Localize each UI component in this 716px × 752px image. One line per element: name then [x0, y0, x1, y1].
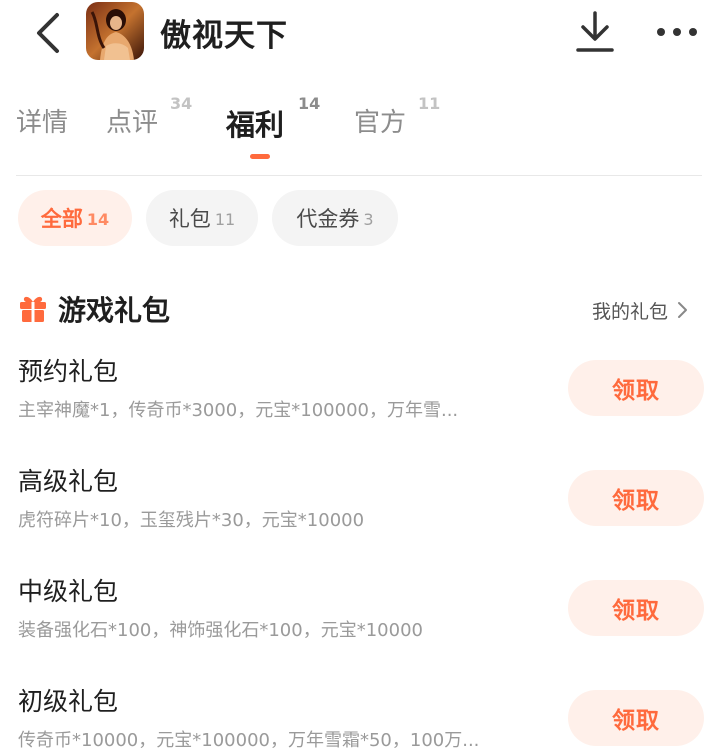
gift-description: 主宰神魔*1，传奇币*3000，元宝*100000，万年雪... [18, 400, 459, 421]
claim-label: 领取 [612, 598, 660, 624]
filter-chip-all[interactable]: 全部 14 [18, 190, 132, 246]
game-icon[interactable] [86, 2, 144, 60]
claim-label: 领取 [612, 378, 660, 404]
gift-icon [20, 296, 46, 322]
tab-count: 11 [418, 94, 441, 113]
gift-description: 装备强化石*100，神饰强化石*100，元宝*10000 [18, 620, 423, 641]
chip-label: 代金券 [296, 207, 360, 231]
top-bar: 傲视天下 [0, 0, 716, 70]
active-tab-indicator [250, 154, 270, 159]
tab-label: 点评 [106, 108, 159, 138]
filter-chips: 全部 14 礼包 11 代金券 3 [0, 190, 716, 250]
gift-item: 高级礼包 虎符碎片*10，玉玺残片*30，元宝*10000 领取 [0, 462, 716, 562]
tab-reviews[interactable]: 点评 34 [106, 94, 192, 158]
gift-name: 高级礼包 [18, 467, 119, 496]
gift-name: 预约礼包 [18, 357, 119, 386]
my-gifts-label: 我的礼包 [592, 300, 669, 323]
chevron-right-icon [678, 302, 688, 318]
filter-chip-voucher[interactable]: 代金券 3 [272, 190, 398, 246]
chevron-left-icon [37, 13, 59, 53]
chip-label: 礼包 [168, 207, 211, 231]
chip-label: 全部 [40, 207, 83, 231]
back-button[interactable] [28, 10, 68, 56]
tab-count: 14 [298, 94, 321, 113]
download-button[interactable] [570, 6, 620, 58]
chip-count: 14 [86, 209, 110, 229]
claim-button[interactable]: 领取 [568, 360, 704, 416]
gift-name: 中级礼包 [18, 577, 119, 606]
filter-chip-gift[interactable]: 礼包 11 [146, 190, 258, 246]
tab-count: 34 [170, 94, 193, 113]
chip-count: 3 [363, 209, 374, 229]
gift-item: 中级礼包 装备强化石*100，神饰强化石*100，元宝*10000 领取 [0, 572, 716, 672]
claim-button[interactable]: 领取 [568, 690, 704, 746]
tab-bar: 详情 点评 34 福利 14 官方 11 [0, 94, 716, 174]
tab-label: 福利 [226, 108, 285, 142]
gift-description: 虎符碎片*10，玉玺残片*30，元宝*10000 [18, 510, 365, 531]
tab-welfare[interactable]: 福利 14 [226, 94, 320, 158]
divider [16, 175, 702, 176]
tab-label: 详情 [16, 108, 69, 138]
claim-label: 领取 [612, 708, 660, 734]
more-dots-icon [657, 28, 697, 36]
chip-count: 11 [214, 209, 236, 229]
gift-description: 传奇币*10000，元宝*100000，万年雪霜*50，100万... [18, 730, 480, 751]
gift-item: 预约礼包 主宰神魔*1，传奇币*3000，元宝*100000，万年雪... 领取 [0, 352, 716, 452]
tab-details[interactable]: 详情 [16, 102, 68, 158]
claim-button[interactable]: 领取 [568, 470, 704, 526]
section-header: 游戏礼包 我的礼包 [0, 285, 716, 331]
more-button[interactable] [652, 14, 702, 50]
tab-official[interactable]: 官方 11 [354, 94, 440, 158]
download-icon [576, 11, 614, 52]
gift-name: 初级礼包 [18, 687, 119, 716]
claim-button[interactable]: 领取 [568, 580, 704, 636]
tab-label: 官方 [354, 108, 407, 138]
claim-label: 领取 [612, 488, 660, 514]
section-title: 游戏礼包 [58, 294, 171, 327]
gift-item: 初级礼包 传奇币*10000，元宝*100000，万年雪霜*50，100万...… [0, 682, 716, 752]
game-title: 傲视天下 [160, 18, 288, 54]
my-gifts-link[interactable]: 我的礼包 [592, 295, 690, 325]
